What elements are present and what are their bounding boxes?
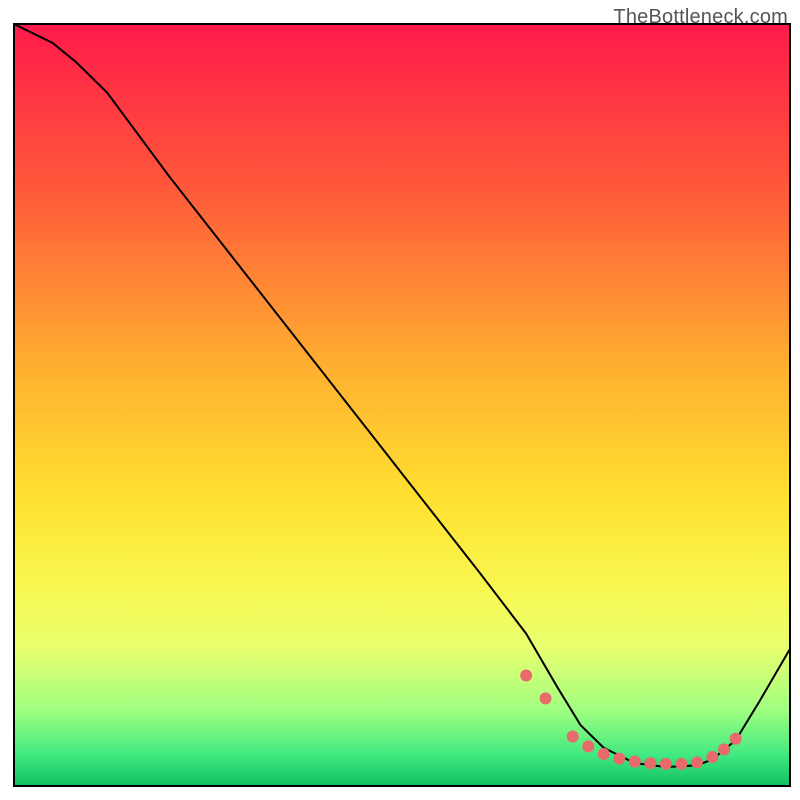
marker-point xyxy=(660,758,672,770)
marker-point xyxy=(629,756,641,768)
marker-point xyxy=(598,748,610,760)
marker-point xyxy=(691,756,703,768)
chart-container: TheBottleneck.com xyxy=(0,0,800,800)
gradient-background xyxy=(14,24,790,786)
marker-point xyxy=(644,757,656,769)
marker-point xyxy=(706,751,718,763)
marker-point xyxy=(730,733,742,745)
bottleneck-chart xyxy=(0,0,800,800)
marker-point xyxy=(613,753,625,765)
marker-point xyxy=(520,670,532,682)
watermark-text: TheBottleneck.com xyxy=(613,6,788,29)
marker-point xyxy=(540,692,552,704)
marker-point xyxy=(582,740,594,752)
marker-point xyxy=(675,758,687,770)
marker-point xyxy=(718,743,730,755)
marker-point xyxy=(567,730,579,742)
plot-area xyxy=(0,0,800,800)
